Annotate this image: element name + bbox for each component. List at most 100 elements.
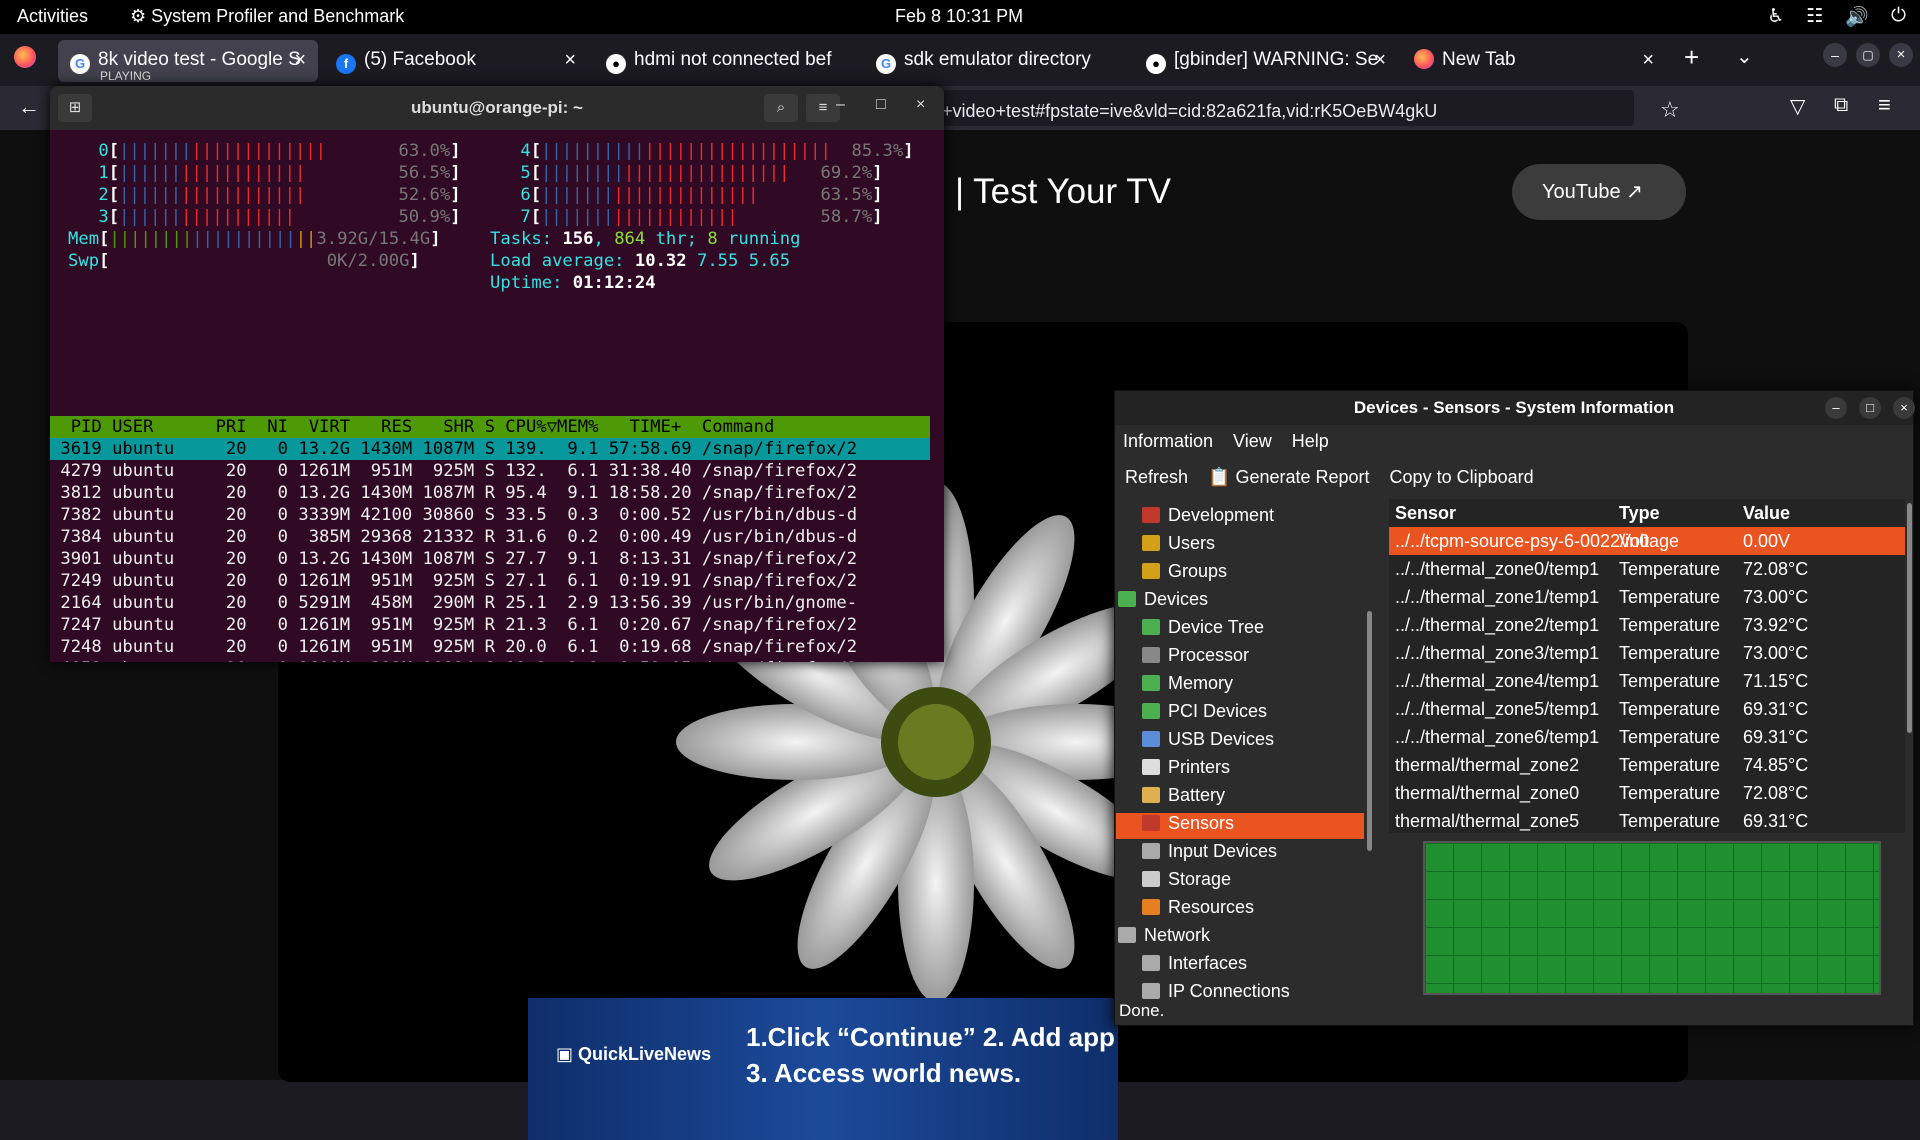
youtube-button[interactable]: YouTube ↗	[1512, 164, 1686, 220]
terminal-titlebar[interactable]: ⊞ ubuntu@orange-pi: ~ ⌕ ≡ – □ ×	[50, 86, 944, 130]
tree-item-storage[interactable]: Storage	[1142, 869, 1231, 895]
list-all-tabs-icon[interactable]: ⌄	[1736, 44, 1753, 69]
close-tab-icon[interactable]: ×	[294, 49, 306, 72]
tree-item-device-tree[interactable]: Device Tree	[1142, 617, 1264, 643]
system-tray[interactable]: ♿ ☷ 🔊 ⏻	[1767, 5, 1906, 29]
volume-icon[interactable]: 🔊	[1845, 5, 1869, 29]
process-row[interactable]: 7384 ubuntu 20 0 385M 29368 21332 R 31.6…	[50, 526, 930, 548]
tab-hdmi[interactable]: ● hdmi not connected bef	[594, 40, 858, 82]
sensor-row[interactable]: thermal/thermal_zone2 Temperature 74.85°C	[1389, 751, 1905, 779]
tree-item-resources[interactable]: Resources	[1142, 897, 1254, 923]
back-icon[interactable]: ←	[18, 94, 40, 120]
sensor-row[interactable]: thermal/thermal_zone5 Temperature 69.31°C	[1389, 807, 1905, 833]
generate-report-button[interactable]: 📋 Generate Report	[1208, 467, 1370, 488]
tree-item-interfaces[interactable]: Interfaces	[1142, 953, 1247, 979]
maximize-icon[interactable]: □	[1859, 397, 1881, 419]
close-tab-icon[interactable]: ×	[1374, 49, 1386, 72]
tree-item-devices[interactable]: Devices	[1118, 589, 1208, 615]
copy-to-clipboard-button[interactable]: Copy to Clipboard	[1390, 467, 1534, 488]
sensor-row[interactable]: ../../thermal_zone1/temp1 Temperature 73.0…	[1389, 583, 1905, 611]
tree-item-users[interactable]: Users	[1142, 533, 1215, 559]
process-row[interactable]: 3812 ubuntu 20 0 13.2G 1430M 1087M R 95.…	[50, 482, 930, 504]
terminal-window[interactable]: ⊞ ubuntu@orange-pi: ~ ⌕ ≡ – □ × 0[||||||…	[50, 86, 944, 662]
tree-item-battery[interactable]: Battery	[1142, 785, 1225, 811]
process-row[interactable]: 4852 ubuntu 20 0 2699M 323M 98124 S 19.3…	[50, 658, 930, 662]
network-icon[interactable]: ☷	[1806, 5, 1823, 29]
process-row[interactable]: 3901 ubuntu 20 0 13.2G 1430M 1087M S 27.…	[50, 548, 930, 570]
process-row[interactable]: 3619 ubuntu 20 0 13.2G 1430M 1087M S 139…	[50, 438, 930, 460]
restore-icon[interactable]: ▢	[1856, 43, 1880, 67]
process-row[interactable]: 4279 ubuntu 20 0 1261M 951M 925M S 132. …	[50, 460, 930, 482]
menu-icon[interactable]: ≡	[806, 94, 840, 122]
menu-help[interactable]: Help	[1292, 431, 1329, 452]
sensor-row[interactable]: ../../thermal_zone6/temp1 Temperature 69.3…	[1389, 723, 1905, 751]
ad-banner[interactable]: ▣ QuickLiveNews 1.Click “Continue” 2. Ad…	[528, 998, 1118, 1140]
tree-item-sensors[interactable]: Sensors	[1116, 813, 1364, 839]
tree-item-input-devices[interactable]: Input Devices	[1142, 841, 1277, 867]
process-row[interactable]: 7249 ubuntu 20 0 1261M 951M 925M S 27.1 …	[50, 570, 930, 592]
menu-information[interactable]: Information	[1123, 431, 1213, 452]
hardinfo-titlebar[interactable]: Devices - Sensors - System Information –…	[1115, 391, 1915, 425]
process-row[interactable]: 2164 ubuntu 20 0 5291M 458M 290M R 25.1 …	[50, 592, 930, 614]
column-header-type[interactable]: Type	[1619, 503, 1660, 524]
sensor-row[interactable]: ../../thermal_zone0/temp1 Temperature 72.0…	[1389, 555, 1905, 583]
process-row[interactable]: 7382 ubuntu 20 0 3339M 42100 30860 S 33.…	[50, 504, 930, 526]
tab-sdk[interactable]: Gsdk emulator directory	[864, 40, 1128, 82]
hardinfo-window[interactable]: Devices - Sensors - System Information –…	[1114, 390, 1915, 1026]
close-window-icon[interactable]: ×	[1889, 43, 1913, 67]
sensor-row[interactable]: ../../thermal_zone5/temp1 Temperature 69.3…	[1389, 695, 1905, 723]
tree-item-processor[interactable]: Processor	[1142, 645, 1249, 671]
sensors-table[interactable]: Sensor Type Value ../../tcpm-source-psy-…	[1389, 499, 1905, 833]
extensions-icon[interactable]: ⧉	[1834, 94, 1848, 117]
search-icon[interactable]: ⌕	[764, 94, 798, 122]
sensor-row[interactable]: ../../tcpm-source-psy-6-0022/in0 Voltage 0…	[1389, 527, 1905, 555]
bookmark-star-icon[interactable]: ☆	[1660, 97, 1680, 123]
pocket-icon[interactable]: ▽	[1790, 94, 1805, 119]
minimize-icon[interactable]: –	[1823, 43, 1847, 67]
column-header-sensor[interactable]: Sensor	[1395, 503, 1456, 524]
new-tab-button[interactable]: +	[1684, 42, 1699, 73]
tree-item-groups[interactable]: Groups	[1142, 561, 1227, 587]
tree-item-development[interactable]: Development	[1142, 505, 1274, 531]
tab-facebook[interactable]: f (5) Facebook ×	[324, 40, 588, 82]
sensor-row[interactable]: ../../thermal_zone3/temp1 Temperature 73.0…	[1389, 639, 1905, 667]
process-table-header[interactable]: PID USER PRI NI VIRT RES SHR S CPU%▽MEM%…	[50, 416, 930, 438]
tree-item-label: Devices	[1144, 589, 1209, 609]
process-row[interactable]: 7248 ubuntu 20 0 1261M 951M 925M R 20.0 …	[50, 636, 930, 658]
table-scrollbar[interactable]	[1907, 503, 1912, 733]
menu-view[interactable]: View	[1233, 431, 1272, 452]
tree-item-printers[interactable]: Printers	[1142, 757, 1230, 783]
sensor-row[interactable]: ../../thermal_zone2/temp1 Temperature 73.9…	[1389, 611, 1905, 639]
maximize-icon[interactable]: □	[876, 96, 886, 114]
refresh-button[interactable]: Refresh	[1125, 467, 1188, 488]
activities-button[interactable]: Activities	[17, 6, 88, 27]
close-tab-icon[interactable]: ×	[564, 49, 576, 72]
clock[interactable]: Feb 8 10:31 PM	[895, 6, 1023, 27]
power-icon[interactable]: ⏻	[1891, 5, 1906, 29]
tree-item-memory[interactable]: Memory	[1142, 673, 1233, 699]
tab-new-tab[interactable]: New Tab ×	[1402, 40, 1666, 82]
tab-gbinder[interactable]: ● [gbinder] WARNING: Se ×	[1134, 40, 1398, 82]
tree-item-pci-devices[interactable]: PCI Devices	[1142, 701, 1267, 727]
tree-item-network[interactable]: Network	[1118, 925, 1210, 951]
app-menu[interactable]: ⚙ System Profiler and Benchmark	[130, 6, 404, 27]
accessibility-icon[interactable]: ♿	[1767, 5, 1784, 29]
firefox-menu-icon[interactable]	[14, 46, 36, 68]
category-tree[interactable]: Development Users Groups Devices Device Tree…	[1116, 499, 1364, 1001]
tab-youtube-test[interactable]: G 8k video test - Google S PLAYING ×	[58, 40, 318, 82]
tree-item-usb-devices[interactable]: USB Devices	[1142, 729, 1274, 755]
hamburger-menu-icon[interactable]: ≡	[1878, 92, 1891, 118]
minimize-icon[interactable]: –	[1825, 397, 1847, 419]
minimize-icon[interactable]: –	[836, 96, 845, 114]
tree-item-icon	[1142, 871, 1160, 887]
close-icon[interactable]: ×	[916, 96, 925, 114]
tree-scrollbar[interactable]	[1367, 611, 1372, 851]
process-row[interactable]: 7247 ubuntu 20 0 1261M 951M 925M R 21.3 …	[50, 614, 930, 636]
sensor-row[interactable]: thermal/thermal_zone0 Temperature 72.08°C	[1389, 779, 1905, 807]
close-icon[interactable]: ×	[1893, 397, 1915, 419]
tree-item-ip-connections[interactable]: IP Connections	[1142, 981, 1290, 1001]
htop-display[interactable]: 0[|||||||||||||||||||| 63.0%] 1[||||||||…	[50, 130, 944, 662]
close-tab-icon[interactable]: ×	[1642, 49, 1654, 72]
sensor-row[interactable]: ../../thermal_zone4/temp1 Temperature 71.1…	[1389, 667, 1905, 695]
column-header-value[interactable]: Value	[1743, 503, 1790, 524]
